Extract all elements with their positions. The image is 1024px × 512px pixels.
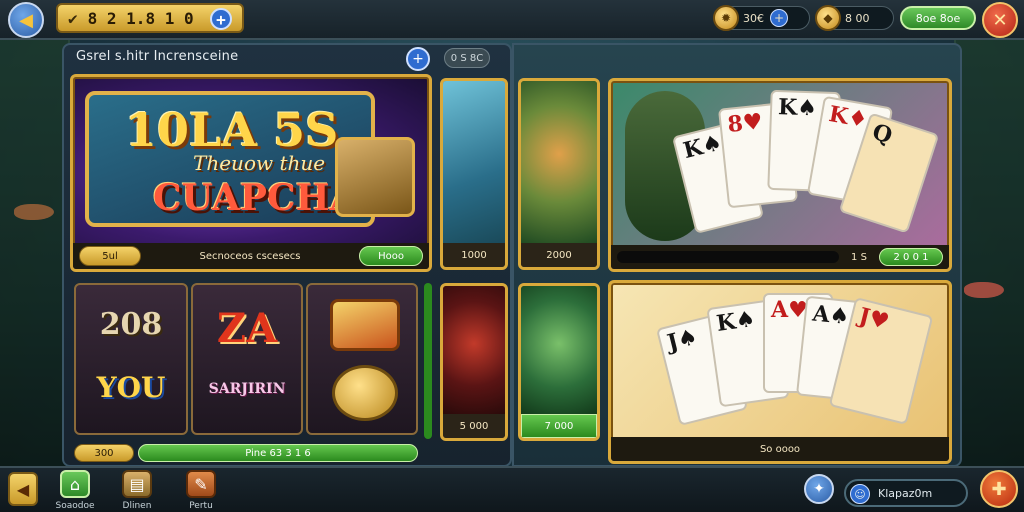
slot-tile-3[interactable] (306, 283, 418, 435)
shop-button[interactable]: 8oe 8oe (900, 6, 976, 30)
chest-icon: ▤ (129, 474, 145, 494)
tile-footer: 7 000 (521, 414, 597, 438)
add-balance-button[interactable]: + (210, 8, 232, 30)
slot3-symbol (330, 299, 400, 351)
game-tile-fox-fish[interactable]: 2000 (518, 78, 600, 270)
progress-track (617, 251, 839, 263)
background-fish (14, 204, 54, 220)
coin-icon: ✹ (713, 5, 739, 31)
back-button[interactable]: ◀ (8, 2, 44, 38)
balance-value: 8 2 1.8 1 0 (87, 8, 194, 28)
card-game-tile-2[interactable]: J♠ K♠ A♥ A♠ J♥ So oooo (608, 280, 952, 464)
game-tile-waterfall[interactable]: 1000 (440, 78, 508, 270)
gem-icon: ◆ (815, 5, 841, 31)
featured-play-button[interactable]: Hooo (359, 246, 423, 266)
card-tile-1-play-button[interactable]: 2 0 0 1 (879, 248, 943, 266)
nav-chest-label: Dlinen (122, 501, 152, 511)
tile-footer: 2000 (521, 243, 597, 267)
currency-counter-1: ✹ 30€ + (713, 5, 810, 31)
info-button[interactable]: + (406, 47, 430, 71)
fox-fish-art (521, 81, 597, 243)
bottom-caption-bar[interactable]: Pine 63 3 1 6 (138, 444, 418, 462)
slot2-bottom-text: SARJIRIN (208, 381, 286, 397)
search-field[interactable]: ☺ Klapaz0m (844, 479, 968, 507)
bottom-left-pill: 300 (74, 444, 134, 462)
featured-caption: Secnoceos cscesecs (199, 250, 301, 262)
grid-icon: ✚ (991, 478, 1007, 500)
featured-footer: 5ul Secnoceos cscesecs Hooo (73, 243, 429, 269)
waterfall-art (443, 81, 505, 243)
scroll-indicator[interactable] (424, 283, 432, 439)
friends-button[interactable]: ✦ (804, 474, 834, 504)
logo-line-1: 10LA 5S (125, 103, 339, 157)
slot2-top-text: ZA (216, 305, 278, 352)
card-tile-1-caption: 1 S (851, 251, 867, 263)
slot3-coin-symbol (332, 365, 398, 421)
plus-icon: + (412, 51, 424, 67)
currency1-value: 30€ (743, 11, 764, 25)
jungle-background-left (0, 30, 70, 472)
background-fish (964, 282, 1004, 298)
panel-title: Gsrel s.hitr Incrensceine (76, 49, 239, 64)
card-tile-1-footer: 1 S 2 0 0 1 (611, 245, 949, 269)
shrimp-art (443, 286, 505, 414)
featured-game-banner[interactable]: 10LA 5S Theuow thue CUAPCHA 5ul Secnoceo… (70, 74, 432, 272)
person-icon: ☺ (850, 484, 870, 504)
slot-tile-1[interactable]: 208 YOU (74, 283, 188, 435)
currency2-value: 8 00 (845, 11, 870, 25)
gift-icon: ✎ (194, 474, 208, 494)
slot1-bottom-text: YOU (96, 371, 166, 404)
search-value: Klapaz0m (878, 486, 933, 500)
nav-chest-button[interactable]: ▤ (122, 470, 152, 498)
mascot-image (335, 137, 415, 217)
game-tile-shrimp[interactable]: 5 000 (440, 283, 508, 441)
back-arrow-icon: ◀ (19, 9, 33, 31)
nav-gift-label: Pertu (189, 501, 213, 511)
top-bar: ◀ ✔ 8 2 1.8 1 0 + ✹ 30€ + ◆ 8 00 8oe 8oe… (0, 0, 1024, 40)
back-arrow-icon: ◀ (16, 479, 30, 499)
game-tile-fish[interactable]: 7 000 (518, 283, 600, 441)
add-currency-button[interactable]: + (770, 9, 788, 27)
home-icon: ⌂ (69, 474, 81, 494)
logo-line-2: Theuow thue (193, 151, 326, 175)
jungle-background-right (954, 30, 1024, 472)
panel-tag: 0 S 8C (444, 48, 490, 68)
slot1-top-text: 208 (99, 307, 163, 342)
people-icon: ✦ (813, 481, 825, 497)
shop-button-label: 8oe 8oe (915, 11, 961, 25)
close-button[interactable]: ✕ (982, 2, 1018, 38)
close-icon: ✕ (992, 9, 1008, 31)
tile-footer: 5 000 (443, 414, 505, 438)
currency-counter-2: ◆ 8 00 (815, 5, 894, 31)
nav-home-label: Soaodoe (55, 501, 95, 511)
tile-footer: 1000 (443, 243, 505, 267)
fish-art (521, 286, 597, 414)
card-tile-2-footer: So oooo (611, 437, 949, 461)
balance-display: ✔ 8 2 1.8 1 0 + (56, 3, 244, 33)
featured-left-pill: 5ul (79, 246, 141, 266)
settings-button[interactable]: ✚ (980, 470, 1018, 508)
previous-page-button[interactable]: ◀ (8, 472, 38, 506)
nav-home-button[interactable]: ⌂ (60, 470, 90, 498)
slot-tile-2[interactable]: ZA SARJIRIN (191, 283, 303, 435)
card-game-tile-1[interactable]: K♠ 8♥ K♠ K♦ Q 1 S 2 0 0 1 (608, 78, 952, 272)
logo-line-3: CUAPCHA (153, 177, 358, 219)
check-icon: ✔ (68, 8, 78, 28)
nav-gift-button[interactable]: ✎ (186, 470, 216, 498)
